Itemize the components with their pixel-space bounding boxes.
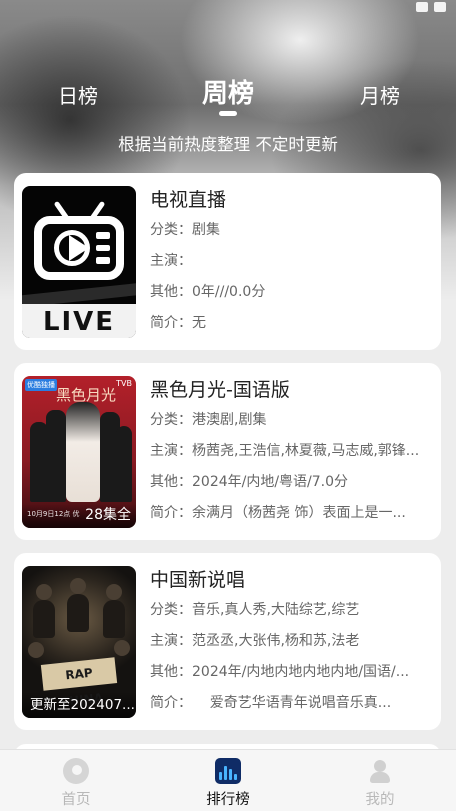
other-value: 0年///0.0分 xyxy=(192,284,266,300)
poster-figure xyxy=(33,600,55,638)
category-row: 分类：剧集 xyxy=(150,215,435,246)
ranking-chart-icon xyxy=(215,758,241,784)
card-info: 黑色月光-国语版 分类：港澳剧,剧集 主演：杨茜尧,王浩信,林夏薇,马志威,郭锋… xyxy=(150,375,435,529)
other-label: 其他： xyxy=(150,664,192,680)
profile-head xyxy=(374,760,386,772)
poster-figure xyxy=(114,640,130,656)
card-info: 电视直播 分类：剧集 主演： 其他：0年///0.0分 简介：无 xyxy=(150,185,435,339)
poster-rap[interactable]: RAP CHINA 更新至202407... xyxy=(22,566,136,718)
poster-figure xyxy=(67,594,89,632)
update-status: 更新至202407... xyxy=(22,692,136,718)
ranking-list: LIVE 电视直播 分类：剧集 主演： 其他：0年///0.0分 简介：无 优酷… xyxy=(14,173,441,743)
category-row: 分类：港澳剧,剧集 xyxy=(150,405,435,436)
poster-figure xyxy=(116,426,132,502)
show-logo: RAP CHINA xyxy=(40,657,118,709)
intro-value: 爱奇艺华语青年说唱音乐真... xyxy=(192,695,392,711)
cast-label: 主演： xyxy=(150,253,192,269)
nav-profile-label: 我的 xyxy=(365,792,395,808)
active-tab-indicator xyxy=(219,111,237,116)
intro-label: 简介： xyxy=(150,695,192,711)
tab-day[interactable]: 日榜 xyxy=(58,80,98,109)
nav-profile[interactable]: 我的 xyxy=(304,750,456,811)
poster-figure xyxy=(46,410,66,502)
ranking-subtitle: 根据当前热度整理 不定时更新 xyxy=(118,135,338,154)
intro-label: 简介： xyxy=(150,505,192,521)
category-label: 分类： xyxy=(150,602,192,618)
category-value: 剧集 xyxy=(192,222,220,238)
category-value: 港澳剧,剧集 xyxy=(192,412,267,428)
other-value: 2024年/内地内地内地内地/国语/... xyxy=(192,664,410,680)
other-label: 其他： xyxy=(150,284,192,300)
ranking-card[interactable]: 优酷独播 TVB 黑色月光 10月9日12点 优 28集全 黑色月光-国语版 分… xyxy=(14,363,441,540)
cast-row: 主演：杨茜尧,王浩信,林夏薇,马志威,郭锋... xyxy=(150,436,435,467)
intro-value: 余满月（杨茜尧 饰）表面上是一... xyxy=(192,505,406,521)
platform-badge: 优酷独播 xyxy=(25,379,57,391)
category-label: 分类： xyxy=(150,222,192,238)
poster-figure xyxy=(36,584,52,600)
signal-icon xyxy=(416,2,428,12)
other-row: 其他：0年///0.0分 xyxy=(150,277,435,308)
ranking-card[interactable]: RAP CHINA 更新至202407... 中国新说唱 分类：音乐,真人秀,大… xyxy=(14,553,441,730)
other-row: 其他：2024年/内地内地内地内地/国语/... xyxy=(150,657,435,688)
tv-live-icon xyxy=(34,216,124,280)
air-date-text: 10月9日12点 优 xyxy=(27,510,80,518)
network-logo: TVB xyxy=(116,379,132,388)
ranking-card[interactable]: LIVE 电视直播 分类：剧集 主演： 其他：0年///0.0分 简介：无 xyxy=(14,173,441,350)
card-info: 中国新说唱 分类：音乐,真人秀,大陆综艺,综艺 主演：范丞丞,大张伟,杨和苏,法… xyxy=(150,565,435,719)
poster-figure xyxy=(66,402,100,502)
cast-value: 范丞丞,大张伟,杨和苏,法老 xyxy=(192,633,360,649)
poster-live[interactable]: LIVE xyxy=(22,186,136,338)
bottom-nav: 首页 排行榜 我的 xyxy=(0,749,456,811)
category-row: 分类：音乐,真人秀,大陆综艺,综艺 xyxy=(150,595,435,626)
card-title[interactable]: 中国新说唱 xyxy=(150,565,435,595)
cast-value: 杨茜尧,王浩信,林夏薇,马志威,郭锋... xyxy=(192,443,420,459)
intro-row: 简介：余满月（杨茜尧 饰）表面上是一... xyxy=(150,498,435,529)
live-band: LIVE xyxy=(22,304,136,338)
other-label: 其他： xyxy=(150,474,192,490)
cast-row: 主演： xyxy=(150,246,435,277)
poster-figure xyxy=(103,600,125,638)
status-bar xyxy=(0,0,456,20)
card-title[interactable]: 电视直播 xyxy=(150,185,435,215)
intro-label: 简介： xyxy=(150,315,192,331)
nav-home-label: 首页 xyxy=(61,792,91,808)
nav-ranking-label: 排行榜 xyxy=(206,792,250,808)
intro-value: 无 xyxy=(192,315,206,331)
other-row: 其他：2024年/内地/粤语/7.0分 xyxy=(150,467,435,498)
category-value: 音乐,真人秀,大陆综艺,综艺 xyxy=(192,602,360,618)
other-value: 2024年/内地/粤语/7.0分 xyxy=(192,474,349,490)
home-icon xyxy=(63,758,89,784)
status-icons xyxy=(416,2,446,12)
cast-label: 主演： xyxy=(150,443,192,459)
tab-week[interactable]: 周榜 xyxy=(202,73,254,110)
nav-home[interactable]: 首页 xyxy=(0,750,152,811)
category-label: 分类： xyxy=(150,412,192,428)
tab-month[interactable]: 月榜 xyxy=(360,80,400,109)
battery-icon xyxy=(434,2,446,12)
intro-row: 简介：无 xyxy=(150,308,435,339)
intro-row: 简介： 爱奇艺华语青年说唱音乐真... xyxy=(150,688,435,719)
play-icon xyxy=(69,235,89,261)
poster-figure xyxy=(28,642,44,658)
episode-count: 28集全 xyxy=(85,507,131,523)
poster-drama[interactable]: 优酷独播 TVB 黑色月光 10月9日12点 优 28集全 xyxy=(22,376,136,528)
cast-label: 主演： xyxy=(150,633,192,649)
cast-row: 主演：范丞丞,大张伟,杨和苏,法老 xyxy=(150,626,435,657)
profile-torso xyxy=(370,772,390,783)
card-title[interactable]: 黑色月光-国语版 xyxy=(150,375,435,405)
poster-figure xyxy=(70,578,86,594)
profile-icon xyxy=(367,758,393,784)
ranking-tabs: 日榜 周榜 月榜 xyxy=(0,70,456,120)
tv-bars xyxy=(96,232,110,265)
poster-figure xyxy=(106,584,122,600)
nav-ranking[interactable]: 排行榜 xyxy=(152,750,304,811)
